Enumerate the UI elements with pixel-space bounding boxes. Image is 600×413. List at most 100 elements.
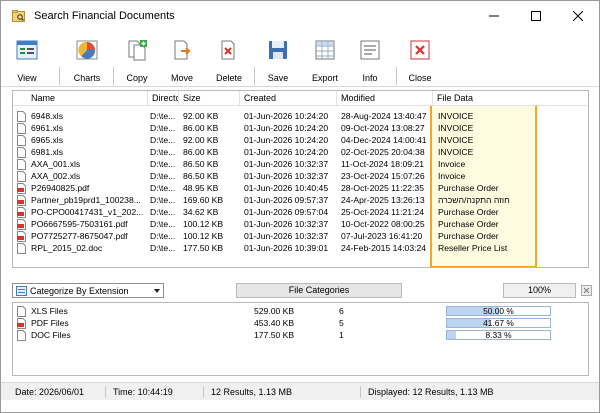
cell-modified: 02-Oct-2025 20:04:38 (341, 147, 425, 157)
export-icon (315, 40, 335, 60)
cell-directory: D:\te... (150, 207, 176, 217)
column-header-modified[interactable]: Modified (337, 91, 433, 106)
cell-name: 6981.xls (31, 147, 64, 157)
categorize-combo[interactable]: Categorize By Extension (12, 283, 164, 298)
charts-label: Charts (73, 73, 101, 83)
zoom-percent[interactable]: 100% (503, 283, 576, 298)
window-title: Search Financial Documents (34, 10, 175, 22)
category-row[interactable]: XLS Files 529.00 KB 6 50.00 % (13, 305, 588, 317)
window-close-button[interactable] (557, 1, 599, 31)
delete-button[interactable]: Delete (214, 34, 244, 86)
move-icon (174, 40, 191, 60)
info-label: Info (362, 73, 378, 83)
file-categories-button[interactable]: File Categories (236, 283, 402, 298)
save-icon (269, 41, 287, 59)
table-row[interactable]: AXA_001.xls D:\te... 86.50 KB 01-Jun-2026 1… (13, 158, 588, 170)
close-icon (410, 40, 430, 60)
category-list[interactable]: XLS Files 529.00 KB 6 50.00 % PDF Files 453.4… (12, 302, 589, 376)
app-icon (12, 10, 25, 22)
column-header-name[interactable]: Name (27, 91, 148, 106)
close-button[interactable]: Close (407, 34, 433, 86)
cell-size: 86.50 KB (183, 159, 219, 169)
cell-modified: 07-Jul-2023 16:41:20 (341, 231, 423, 241)
delete-label: Delete (215, 73, 242, 83)
table-row[interactable]: Partner_pb19prd1_100238... D:\te... 169.60… (13, 194, 588, 206)
cell-name: PO6667595-7503161.pdf (31, 219, 128, 229)
cell-size: 48.95 KB (183, 183, 219, 193)
save-button[interactable]: Save (264, 34, 292, 86)
table-row[interactable]: PO-CPO00417431_v1_202... D:\te... 34.62 KB… (13, 206, 588, 218)
close-panel-button[interactable] (581, 285, 592, 296)
table-row[interactable]: PO6667595-7503161.pdf D:\te... 100.12 KB 01… (13, 218, 588, 230)
pdf-file-icon (17, 183, 26, 194)
cell-file-data: Purchase Order (438, 231, 499, 241)
table-row[interactable]: 6965.xls D:\te... 92.00 KB 01-Jun-2026 10:2… (13, 134, 588, 146)
results-list[interactable]: Name Directory Size Created Modified Fil… (12, 90, 589, 268)
pdf-file-icon (17, 219, 26, 230)
cell-file-data: חוזה התקנה/השכרה (438, 195, 510, 205)
cell-created: 01-Jun-2026 10:32:37 (244, 219, 329, 229)
status-time: Time: 10:44:19 (113, 387, 173, 397)
export-button[interactable]: Export (310, 34, 340, 86)
doc-file-icon (17, 243, 26, 254)
category-row[interactable]: DOC Files 177.50 KB 1 8.33 % (13, 329, 588, 341)
cell-modified: 10-Oct-2022 08:00:25 (341, 219, 425, 229)
column-header-created[interactable]: Created (240, 91, 337, 106)
cell-created: 01-Jun-2026 10:32:37 (244, 159, 329, 169)
status-separator (203, 386, 204, 398)
table-row[interactable]: 6981.xls D:\te... 86.00 KB 01-Jun-2026 10:2… (13, 146, 588, 158)
info-button[interactable]: Info (358, 34, 382, 86)
status-date: Date: 2026/06/01 (15, 387, 85, 397)
copy-button[interactable]: Copy (123, 34, 151, 86)
table-row[interactable]: P26940825.pdf D:\te... 48.95 KB 01-Jun-2026… (13, 182, 588, 194)
move-button[interactable]: Move (168, 34, 196, 86)
categorize-value: Categorize By Extension (30, 286, 129, 296)
xls-file-icon (17, 123, 26, 134)
pdf-file-icon (17, 195, 26, 206)
xls-file-icon (17, 135, 26, 146)
status-separator (105, 386, 106, 398)
status-results: 12 Results, 1.13 MB (211, 387, 293, 397)
category-percent-text: 41.67 % (483, 318, 514, 328)
cell-modified: 28-Oct-2025 11:22:35 (341, 183, 424, 193)
cell-created: 01-Jun-2026 10:24:20 (244, 111, 329, 121)
category-row[interactable]: PDF Files 453.40 KB 5 41.67 % (13, 317, 588, 329)
title-bar: Search Financial Documents (1, 1, 599, 31)
xls-file-icon (17, 306, 26, 317)
column-header-size[interactable]: Size (179, 91, 240, 106)
category-count: 5 (339, 318, 344, 328)
column-header-directory[interactable]: Directory (148, 91, 179, 106)
toolbar-separator (113, 67, 114, 85)
category-count: 1 (339, 330, 344, 340)
cell-directory: D:\te... (150, 243, 176, 253)
cell-directory: D:\te... (150, 135, 176, 145)
column-header-file-data[interactable]: File Data (433, 91, 537, 106)
table-row[interactable]: RPL_2015_02.doc D:\te... 177.50 KB 01-Jun-2… (13, 242, 588, 254)
toolbar-separator (59, 67, 60, 85)
charts-button[interactable]: Charts (71, 34, 103, 86)
maximize-button[interactable] (515, 1, 557, 31)
xls-file-icon (17, 171, 26, 182)
minimize-icon (489, 15, 499, 17)
cell-modified: 25-Oct-2024 11:21:24 (341, 207, 424, 217)
table-row[interactable]: PO7725277-8675047.pdf D:\te... 100.12 KB 01… (13, 230, 588, 242)
cell-file-data: INVOICE (438, 111, 474, 121)
category-size: 453.40 KB (254, 318, 295, 328)
doc-file-icon (17, 330, 26, 341)
export-label: Export (311, 73, 338, 83)
minimize-button[interactable] (473, 1, 515, 31)
category-percent-text: 8.33 % (485, 330, 512, 340)
table-row[interactable]: AXA_002.xls D:\te... 86.50 KB 01-Jun-2026 1… (13, 170, 588, 182)
cell-modified: 23-Oct-2024 15:07:26 (341, 171, 425, 181)
table-row[interactable]: 6948.xls D:\te... 92.00 KB 01-Jun-2026 10:2… (13, 110, 588, 122)
cell-directory: D:\te... (150, 123, 176, 133)
cell-file-data: INVOICE (438, 123, 474, 133)
cell-file-data: Invoice (438, 159, 466, 169)
cell-name: PO-CPO00417431_v1_202... (31, 207, 144, 217)
cell-directory: D:\te... (150, 231, 176, 241)
table-row[interactable]: 6961.xls D:\te... 86.00 KB 01-Jun-2026 10:2… (13, 122, 588, 134)
cell-size: 92.00 KB (183, 135, 219, 145)
view-button[interactable]: View (13, 34, 41, 86)
copy-label: Copy (126, 73, 148, 83)
view-label: View (17, 73, 37, 83)
